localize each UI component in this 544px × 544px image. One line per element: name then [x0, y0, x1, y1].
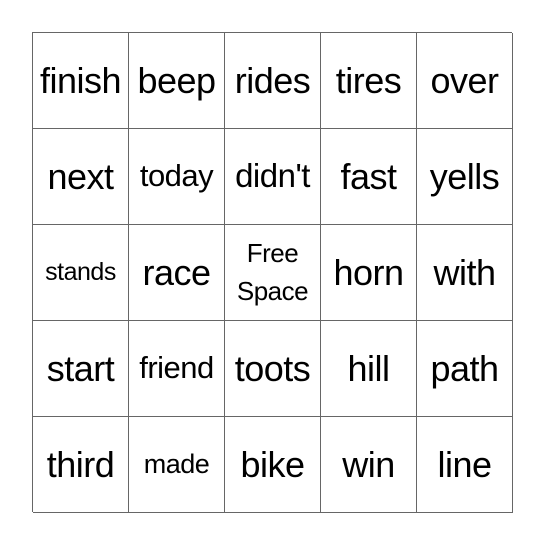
bingo-cell: toots [225, 321, 321, 417]
bingo-cell: path [417, 321, 513, 417]
bingo-cell: stands [33, 225, 129, 321]
bingo-cell: horn [321, 225, 417, 321]
bingo-cell: race [129, 225, 225, 321]
bingo-cell: third [33, 417, 129, 513]
bingo-cell: next [33, 129, 129, 225]
bingo-cell: with [417, 225, 513, 321]
bingo-card: finish beep rides tires over next today … [32, 32, 513, 513]
bingo-cell: didn't [225, 129, 321, 225]
bingo-cell: yells [417, 129, 513, 225]
bingo-cell: beep [129, 33, 225, 129]
bingo-cell: line [417, 417, 513, 513]
bingo-cell: tires [321, 33, 417, 129]
bingo-cell: fast [321, 129, 417, 225]
bingo-cell: hill [321, 321, 417, 417]
bingo-cell: over [417, 33, 513, 129]
bingo-cell: finish [33, 33, 129, 129]
bingo-cell: today [129, 129, 225, 225]
bingo-cell: rides [225, 33, 321, 129]
bingo-cell: win [321, 417, 417, 513]
bingo-cell: start [33, 321, 129, 417]
bingo-cell: friend [129, 321, 225, 417]
free-space-cell: Free Space [225, 225, 321, 321]
bingo-cell: made [129, 417, 225, 513]
bingo-cell: bike [225, 417, 321, 513]
